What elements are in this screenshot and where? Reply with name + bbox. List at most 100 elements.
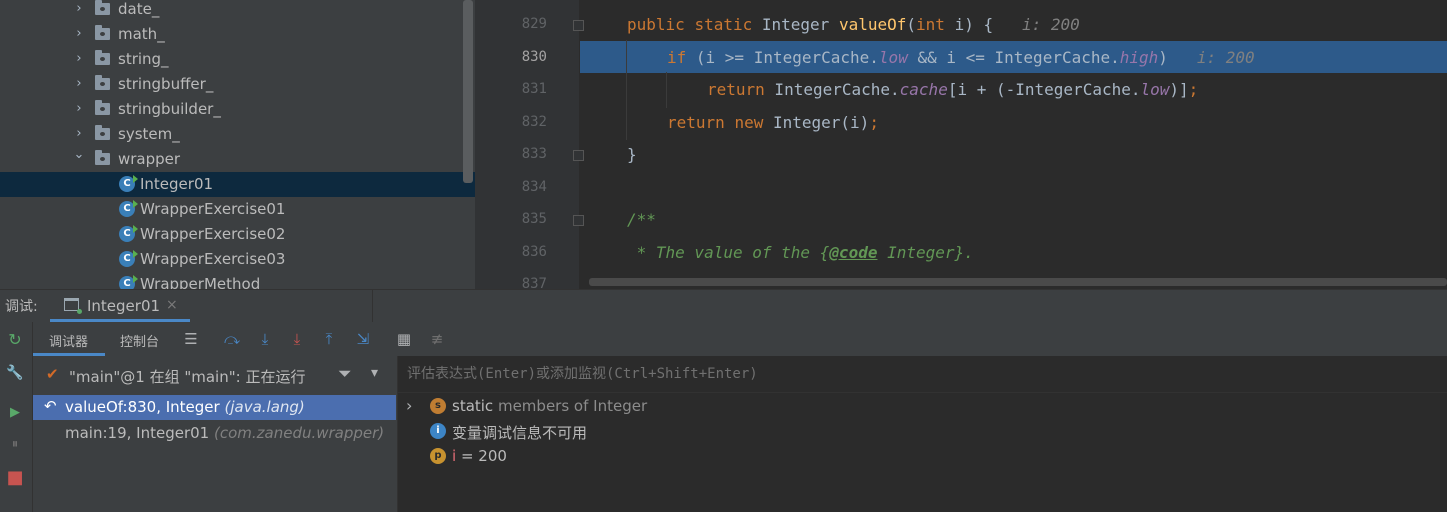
frame-method: main:19, Integer01: [65, 424, 210, 442]
line-number: 832: [521, 114, 547, 130]
tab-console[interactable]: 控制台: [120, 331, 159, 350]
code-token: IntegerCache.: [764, 80, 900, 99]
chevron-right-icon[interactable]: ›: [406, 396, 412, 415]
tree-class-wrapperexercise02[interactable]: C WrapperExercise02: [0, 222, 475, 247]
variable-row[interactable]: p i = 200: [398, 444, 1447, 469]
evaluate-expression-icon[interactable]: ▦: [394, 329, 414, 349]
package-icon: [95, 75, 110, 90]
code-token: new: [734, 113, 764, 132]
tree-folder-stringbuilder[interactable]: › stringbuilder_: [0, 97, 475, 122]
chevron-down-icon[interactable]: ⌄: [72, 146, 86, 164]
stop-icon[interactable]: ■: [4, 467, 26, 489]
step-out-icon[interactable]: ⤒: [319, 329, 339, 349]
debug-session-tab-label: Integer01: [87, 297, 161, 315]
thread-selector[interactable]: ✔ "main"@1 在组 "main": 正在运行 ⏷ ▾: [33, 362, 397, 390]
tree-class-wrappermethod[interactable]: C WrapperMethod: [0, 272, 475, 289]
step-over-icon[interactable]: ⤼: [222, 329, 242, 349]
tree-folder-date[interactable]: › date_: [0, 0, 475, 22]
code-token: ;: [869, 113, 879, 132]
chevron-right-icon[interactable]: ›: [72, 125, 86, 143]
tree-class-wrapperexercise01[interactable]: C WrapperExercise01: [0, 197, 475, 222]
chevron-right-icon[interactable]: ›: [72, 75, 86, 93]
frame-method: valueOf:830, Integer: [65, 398, 220, 416]
line-number: 831: [521, 81, 547, 97]
step-into-icon[interactable]: ⤓: [255, 329, 275, 349]
code-token: Integer: [761, 15, 830, 34]
tree-class-label: WrapperExercise02: [140, 225, 286, 243]
tree-folder-system[interactable]: › system_: [0, 122, 475, 147]
project-tree: › date_ › math_ › string_ › stringbuffer…: [0, 0, 475, 289]
editor-horizontal-scrollbar[interactable]: [589, 278, 1447, 286]
tree-folder-label: wrapper: [118, 150, 181, 168]
pause-icon[interactable]: ⏸: [4, 434, 26, 456]
settings-icon[interactable]: 🔧: [4, 362, 26, 384]
code-line-835: /**: [627, 210, 656, 230]
close-icon[interactable]: ×: [166, 297, 178, 313]
chevron-right-icon[interactable]: ›: [72, 50, 86, 68]
stack-frame-label: valueOf:830, Integer (java.lang): [65, 398, 305, 416]
rerun-icon[interactable]: ↻: [4, 329, 26, 351]
application-icon: [64, 298, 82, 314]
tree-folder-math[interactable]: › math_: [0, 22, 475, 47]
package-icon: [95, 50, 110, 65]
tree-class-label: WrapperMethod: [140, 275, 261, 289]
variable-value: 变量调试信息不可用: [452, 424, 588, 442]
line-number: 835: [521, 211, 547, 227]
filter-icon[interactable]: ⏷: [338, 364, 352, 384]
tree-folder-label: date_: [118, 0, 160, 18]
fold-marker-icon[interactable]: [573, 20, 584, 31]
line-number: 836: [521, 244, 547, 260]
code-token: Integer}.: [877, 243, 974, 262]
inline-debug-value: i: 200: [1196, 48, 1255, 67]
tree-class-label: Integer01: [140, 175, 214, 193]
evaluate-expression-input[interactable]: [398, 356, 1447, 393]
chevron-right-icon[interactable]: ›: [72, 0, 86, 18]
force-step-into-icon[interactable]: ⤓: [287, 329, 307, 349]
code-token: Integer(i): [763, 113, 870, 132]
tree-class-integer01[interactable]: C Integer01: [0, 172, 475, 197]
tree-folder-string[interactable]: › string_: [0, 47, 475, 72]
class-icon: C: [119, 175, 138, 192]
variable-row[interactable]: i 变量调试信息不可用: [398, 419, 1447, 444]
trace-stream-icon[interactable]: ≢: [427, 329, 447, 349]
code-line-832: return new Integer(i);: [667, 113, 879, 133]
line-number: 834: [521, 179, 547, 195]
resume-icon[interactable]: ▶: [4, 402, 26, 424]
code-token: low: [878, 48, 908, 67]
variable-row[interactable]: › s static members of Integer: [398, 394, 1447, 419]
chevron-right-icon[interactable]: ›: [72, 100, 86, 118]
code-token: (: [906, 15, 917, 34]
layout-icon[interactable]: ☰: [181, 329, 201, 349]
code-token: && i <= IntegerCache.: [907, 48, 1120, 67]
inline-debug-value: i: 200: [1022, 15, 1080, 34]
package-icon: [95, 100, 110, 115]
code-line-831: return IntegerCache.cache[i + (-IntegerC…: [707, 80, 1198, 100]
fold-marker-icon[interactable]: [573, 215, 584, 226]
tree-folder-stringbuffer[interactable]: › stringbuffer_: [0, 72, 475, 97]
tree-scrollbar[interactable]: [463, 0, 473, 183]
chevron-down-icon[interactable]: ▾: [371, 365, 378, 381]
code-token: high: [1119, 48, 1159, 67]
tree-folder-label: math_: [118, 25, 165, 43]
package-icon: [95, 150, 110, 165]
tab-debugger[interactable]: 调试器: [49, 331, 88, 350]
variable-value: members of Integer: [497, 397, 648, 415]
class-icon: C: [119, 275, 138, 289]
stack-frame[interactable]: main:19, Integer01 (com.zanedu.wrapper): [33, 421, 396, 446]
code-token: return: [667, 113, 725, 132]
run-to-cursor-icon[interactable]: ⇲: [353, 329, 373, 349]
package-icon: [95, 0, 110, 15]
tree-class-label: WrapperExercise03: [140, 250, 286, 268]
class-icon: C: [119, 200, 138, 217]
chevron-right-icon[interactable]: ›: [72, 25, 86, 43]
tree-class-wrapperexercise03[interactable]: C WrapperExercise03: [0, 247, 475, 272]
fold-marker-icon[interactable]: [573, 150, 584, 161]
primitive-badge-icon: p: [430, 448, 446, 464]
tree-folder-wrapper[interactable]: ⌄ wrapper: [0, 147, 475, 172]
stack-frame[interactable]: ↶ valueOf:830, Integer (java.lang): [33, 395, 396, 420]
code-token: low: [1140, 80, 1170, 99]
line-number: 833: [521, 146, 547, 162]
variable-value: = 200: [460, 447, 507, 465]
stack-frame-label: main:19, Integer01 (com.zanedu.wrapper): [65, 424, 384, 442]
code-token: i) {: [944, 15, 994, 34]
